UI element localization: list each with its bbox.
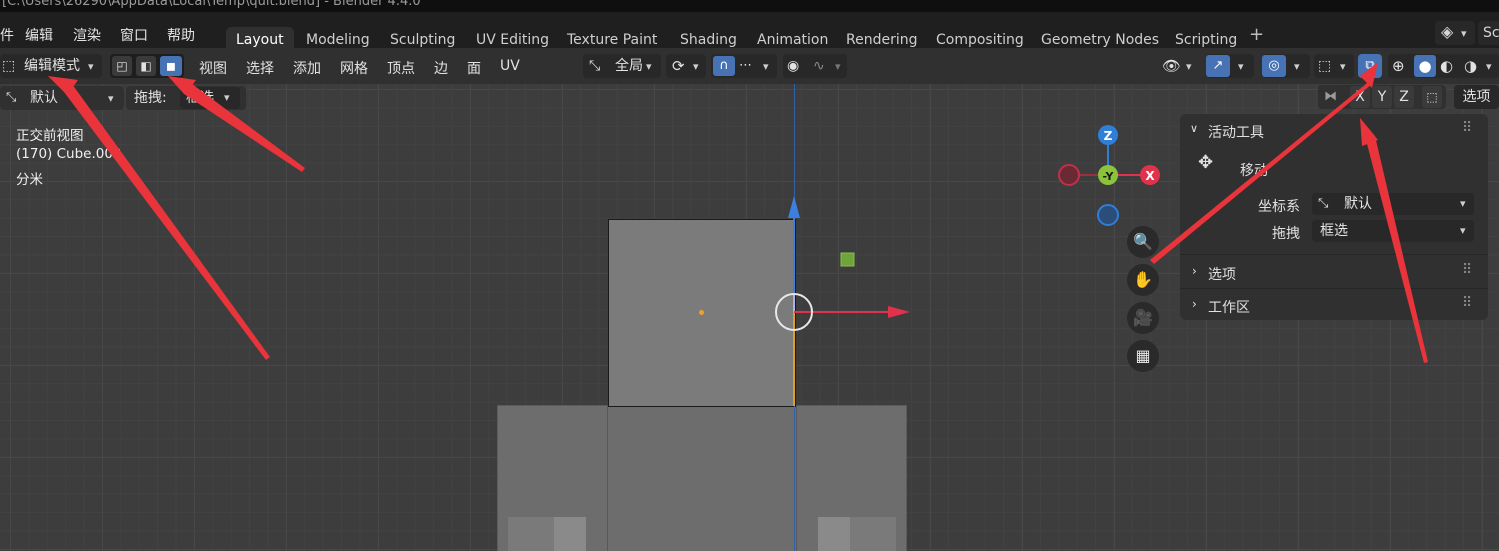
arrow-annotation — [1150, 62, 1378, 264]
arrow-annotation-head — [1360, 62, 1378, 88]
arrow-annotation — [1360, 118, 1428, 363]
annotation-arrows — [48, 62, 1428, 363]
